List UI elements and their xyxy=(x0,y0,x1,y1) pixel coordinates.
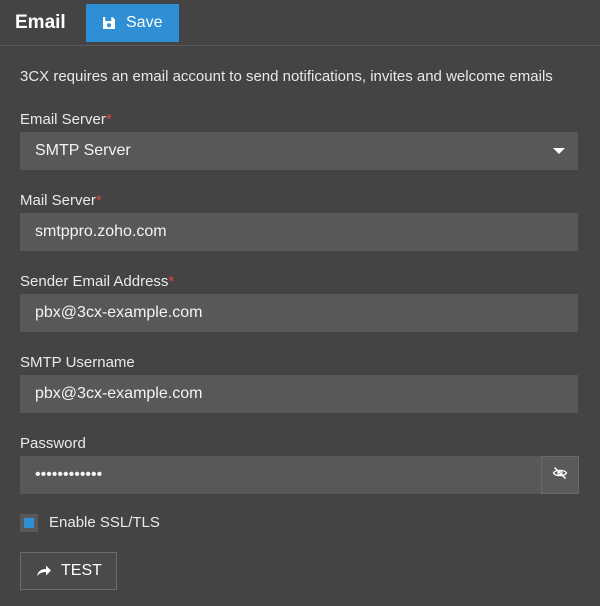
mail-server-value: smtppro.zoho.com xyxy=(35,223,167,240)
email-server-select[interactable]: SMTP Server xyxy=(20,132,578,170)
smtp-username-label: SMTP Username xyxy=(20,354,135,371)
mail-server-label: Mail Server* xyxy=(20,192,102,209)
test-button[interactable]: TEST xyxy=(20,552,117,590)
caret-down-icon xyxy=(553,148,565,154)
save-button-label: Save xyxy=(126,14,163,31)
required-marker: * xyxy=(168,273,175,290)
password-label: Password xyxy=(20,435,86,452)
ssl-checkbox-label[interactable]: Enable SSL/TLS xyxy=(49,514,160,531)
page-title: Email xyxy=(15,12,66,33)
email-server-label: Email Server* xyxy=(20,111,112,128)
ssl-checkbox[interactable] xyxy=(20,514,38,532)
required-marker: * xyxy=(105,111,112,128)
password-input[interactable]: •••••••••••• xyxy=(20,456,541,494)
sender-email-input[interactable]: pbx@3cx-example.com xyxy=(20,294,578,332)
save-button[interactable]: Save xyxy=(86,4,179,42)
top-bar: Email Save xyxy=(0,0,600,46)
password-value: •••••••••••• xyxy=(35,466,103,483)
sender-email-label: Sender Email Address* xyxy=(20,273,175,290)
intro-text: 3CX requires an email account to send no… xyxy=(20,68,553,85)
test-button-label: TEST xyxy=(61,562,102,579)
sender-email-value: pbx@3cx-example.com xyxy=(35,304,203,321)
smtp-username-input[interactable]: pbx@3cx-example.com xyxy=(20,375,578,413)
password-visibility-toggle[interactable] xyxy=(541,456,579,494)
smtp-username-value: pbx@3cx-example.com xyxy=(35,385,203,402)
mail-server-input[interactable]: smtppro.zoho.com xyxy=(20,213,578,251)
checkbox-checked-indicator xyxy=(24,518,34,528)
email-server-value: SMTP Server xyxy=(35,142,131,159)
required-marker: * xyxy=(95,192,102,209)
floppy-disk-icon xyxy=(102,16,116,30)
share-arrow-icon xyxy=(36,564,52,578)
eye-slash-icon xyxy=(552,465,568,486)
